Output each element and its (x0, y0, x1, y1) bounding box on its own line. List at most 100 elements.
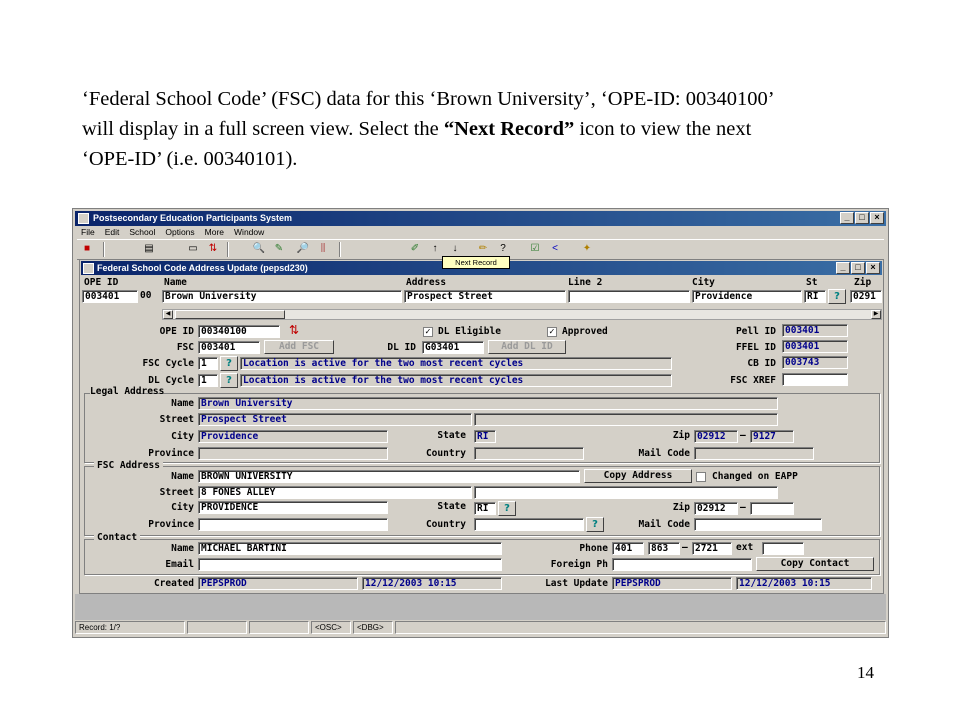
fsc-state-field[interactable]: RI (474, 502, 496, 515)
copy-address-button[interactable]: Copy Address (584, 469, 692, 483)
dl-eligible-label: DL Eligible (438, 326, 501, 337)
menu-edit[interactable]: Edit (105, 226, 120, 238)
fsc-province-label: Province (148, 519, 194, 530)
ope-id-label: OPE ID (159, 326, 194, 337)
phone-prefix-field[interactable]: 863 (648, 542, 680, 555)
legal-street-field: Prospect Street (198, 413, 472, 426)
grid-state-lookup-icon[interactable]: ? (828, 289, 846, 304)
grid-city[interactable]: Providence (692, 290, 802, 303)
form-maximize-button[interactable]: □ (851, 262, 865, 274)
fsc-city-label: City (171, 502, 194, 513)
horizontal-scrollbar[interactable]: ◀ ▶ (162, 309, 882, 320)
caption-line-3: ‘OPE-ID’ (i.e. 00340101). (82, 148, 298, 170)
workspace-background (75, 594, 886, 620)
menu-more[interactable]: More (205, 226, 224, 238)
caption-line-2: will display in a full screen view. Sele… (82, 114, 902, 144)
dl-cycle-lookup-icon[interactable]: ? (220, 373, 238, 388)
minimize-button[interactable]: _ (840, 212, 854, 224)
add-fsc-button[interactable]: Add FSC (264, 340, 334, 354)
find-icon[interactable]: 🔎 (295, 242, 311, 256)
legal-state-label: State (437, 430, 466, 441)
screen-icon[interactable]: ▭ (185, 242, 201, 256)
form-title: Federal School Code Address Update (peps… (97, 263, 308, 273)
edit-icon[interactable]: ✐ (407, 242, 423, 256)
grid-zip[interactable]: 0291 (850, 290, 882, 303)
sort-ope-icon[interactable]: ⇅ (286, 323, 302, 337)
back-icon[interactable]: < (547, 242, 563, 256)
contact-name-field[interactable]: MICHAEL BARTINI (198, 542, 502, 555)
fsc-street2-field[interactable] (474, 486, 778, 499)
print-icon[interactable]: ▤ (141, 242, 157, 256)
slide-number: 14 (857, 663, 874, 682)
scroll-right-icon[interactable]: ▶ (871, 310, 881, 319)
approved-label: Approved (562, 326, 608, 337)
foreign-phone-label: Foreign Ph (550, 559, 608, 570)
menu-window[interactable]: Window (234, 226, 264, 238)
app-icon (78, 213, 89, 224)
phone-area-field[interactable]: 401 (612, 542, 644, 555)
application-window: Postsecondary Education Participants Sys… (72, 208, 889, 638)
help-icon[interactable]: ? (495, 242, 511, 256)
fsc-field[interactable]: 003401 (198, 341, 260, 354)
form-close-button[interactable]: × (866, 262, 880, 274)
fsc-state-lookup-icon[interactable]: ? (498, 501, 516, 516)
scroll-left-icon[interactable]: ◀ (163, 310, 173, 319)
menu-file[interactable]: File (81, 226, 95, 238)
grid-state[interactable]: RI (804, 290, 826, 303)
exit-icon[interactable]: ■ (79, 242, 95, 256)
fsc-zip-field[interactable]: 02912 (694, 502, 738, 515)
scroll-thumb[interactable] (175, 310, 285, 319)
query-icon[interactable]: ✎ (271, 242, 287, 256)
zip-dash: – (740, 502, 746, 513)
maximize-button[interactable]: □ (855, 212, 869, 224)
toolbar-separator (103, 242, 105, 257)
dl-eligible-checkbox[interactable]: ✓ (423, 327, 433, 337)
approved-checkbox[interactable]: ✓ (547, 327, 557, 337)
sort-icon[interactable]: ⇅ (205, 242, 221, 256)
phone-number-field[interactable]: 2721 (692, 542, 732, 555)
dl-cycle-field[interactable]: 1 (198, 374, 218, 387)
menu-options[interactable]: Options (165, 226, 194, 238)
caption-line-1: ‘Federal School Code’ (FSC) data for thi… (82, 88, 775, 110)
fsc-zip4-field[interactable] (750, 502, 794, 515)
filter-icon[interactable]: ⫼ (315, 242, 331, 256)
fsc-cycle-field[interactable]: 1 (198, 357, 218, 370)
pencil-icon[interactable]: ✏ (475, 242, 491, 256)
legal-mail-code-field (694, 447, 814, 460)
phone-dash: – (682, 542, 688, 553)
grid-line2[interactable] (568, 290, 690, 303)
ope-id-field[interactable]: 00340100 (198, 325, 280, 338)
ext-field[interactable] (762, 542, 804, 555)
menu-school[interactable]: School (129, 226, 155, 238)
dl-id-field[interactable]: G03401 (422, 341, 484, 354)
fsc-country-field[interactable] (474, 518, 584, 531)
col-header-city: City (692, 277, 715, 288)
add-dl-id-button[interactable]: Add DL ID (488, 340, 566, 354)
grid-address[interactable]: Prospect Street (404, 290, 566, 303)
status-record: Record: 1/? (75, 621, 185, 634)
close-button[interactable]: × (870, 212, 884, 224)
legal-zip-label: Zip (672, 430, 690, 441)
fsc-name-field[interactable]: BROWN UNIVERSITY (198, 470, 580, 483)
email-field[interactable] (198, 558, 502, 571)
grid-name[interactable]: Brown University (162, 290, 402, 303)
foreign-phone-field[interactable] (612, 558, 752, 571)
fsc-mail-code-field[interactable] (694, 518, 822, 531)
pell-id-label: Pell ID (735, 326, 776, 337)
ffel-id-label: FFEL ID (735, 342, 776, 353)
fsc-xref-field[interactable] (782, 373, 848, 386)
fsc-cycle-lookup-icon[interactable]: ? (220, 356, 238, 371)
checklist-icon[interactable]: ☑ (527, 242, 543, 256)
changed-on-eapp-checkbox[interactable] (696, 472, 706, 482)
fsc-street-field[interactable]: 8 FONES ALLEY (198, 486, 472, 499)
grid-ope-id[interactable]: 003401 (82, 290, 138, 303)
fsc-province-field[interactable] (198, 518, 388, 531)
next-record-icon[interactable]: ↓ (447, 242, 463, 256)
form-minimize-button[interactable]: _ (836, 262, 850, 274)
fsc-city-field[interactable]: PROVIDENCE (198, 501, 388, 514)
grid-ope-suffix: 00 (140, 290, 152, 301)
wizard-icon[interactable]: ✦ (579, 242, 595, 256)
copy-contact-button[interactable]: Copy Contact (756, 557, 874, 571)
search-icon[interactable]: 🔍 (251, 242, 267, 256)
previous-record-icon[interactable]: ↑ (427, 242, 443, 256)
